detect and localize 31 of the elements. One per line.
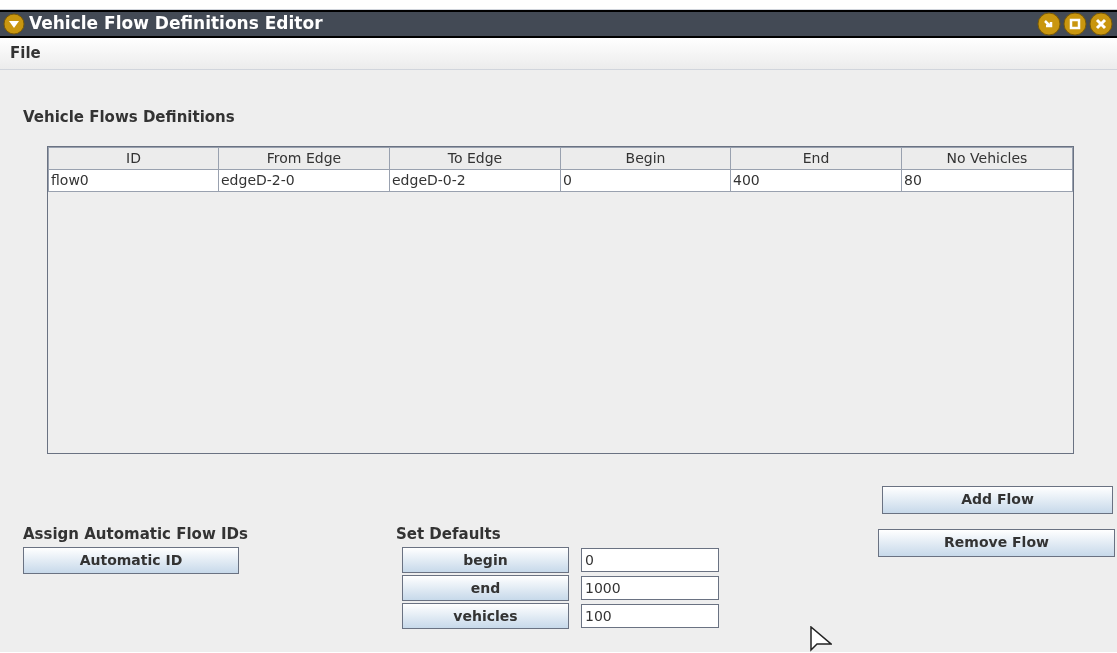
section-title: Set Defaults xyxy=(396,523,502,545)
input-field[interactable]: 100 xyxy=(581,604,719,628)
table-cell: flow0 xyxy=(48,169,219,191)
column-header[interactable]: Begin xyxy=(560,147,731,169)
input-field[interactable]: 1000 xyxy=(581,576,719,600)
table-cell: 400 xyxy=(730,169,902,191)
table-cell: 0 xyxy=(560,169,731,191)
column-header[interactable]: To Edge xyxy=(389,147,561,169)
flow-button[interactable]: Add Flow xyxy=(882,485,1113,514)
close-icon[interactable] xyxy=(1089,12,1113,36)
section-title: Vehicle Flows Definitions xyxy=(22,107,236,128)
window-menu-icon[interactable] xyxy=(3,13,25,35)
column-header[interactable]: End xyxy=(730,147,902,169)
minimize-icon[interactable] xyxy=(1037,12,1061,36)
column-header[interactable]: ID xyxy=(48,147,219,169)
window-title: Vehicle Flow Definitions Editor xyxy=(29,12,323,36)
default-button[interactable]: vehicles xyxy=(402,603,569,629)
table-cell: edgeD-2-0 xyxy=(218,169,390,191)
column-header[interactable]: From Edge xyxy=(218,147,390,169)
default-button[interactable]: end xyxy=(402,575,569,601)
section-title: Assign Automatic Flow IDs xyxy=(23,523,249,545)
flow-button[interactable]: Remove Flow xyxy=(878,528,1115,557)
table-cell: 80 xyxy=(901,169,1073,191)
automatic-id-button[interactable]: Automatic ID xyxy=(23,547,239,574)
column-header[interactable]: No Vehicles xyxy=(901,147,1073,169)
default-button[interactable]: begin xyxy=(402,547,569,573)
cursor-icon xyxy=(810,626,832,652)
table-cell: edgeD-0-2 xyxy=(389,169,561,191)
input-field[interactable]: 0 xyxy=(581,548,719,572)
menu-item[interactable]: File xyxy=(8,42,43,65)
maximize-icon[interactable] xyxy=(1063,12,1087,36)
